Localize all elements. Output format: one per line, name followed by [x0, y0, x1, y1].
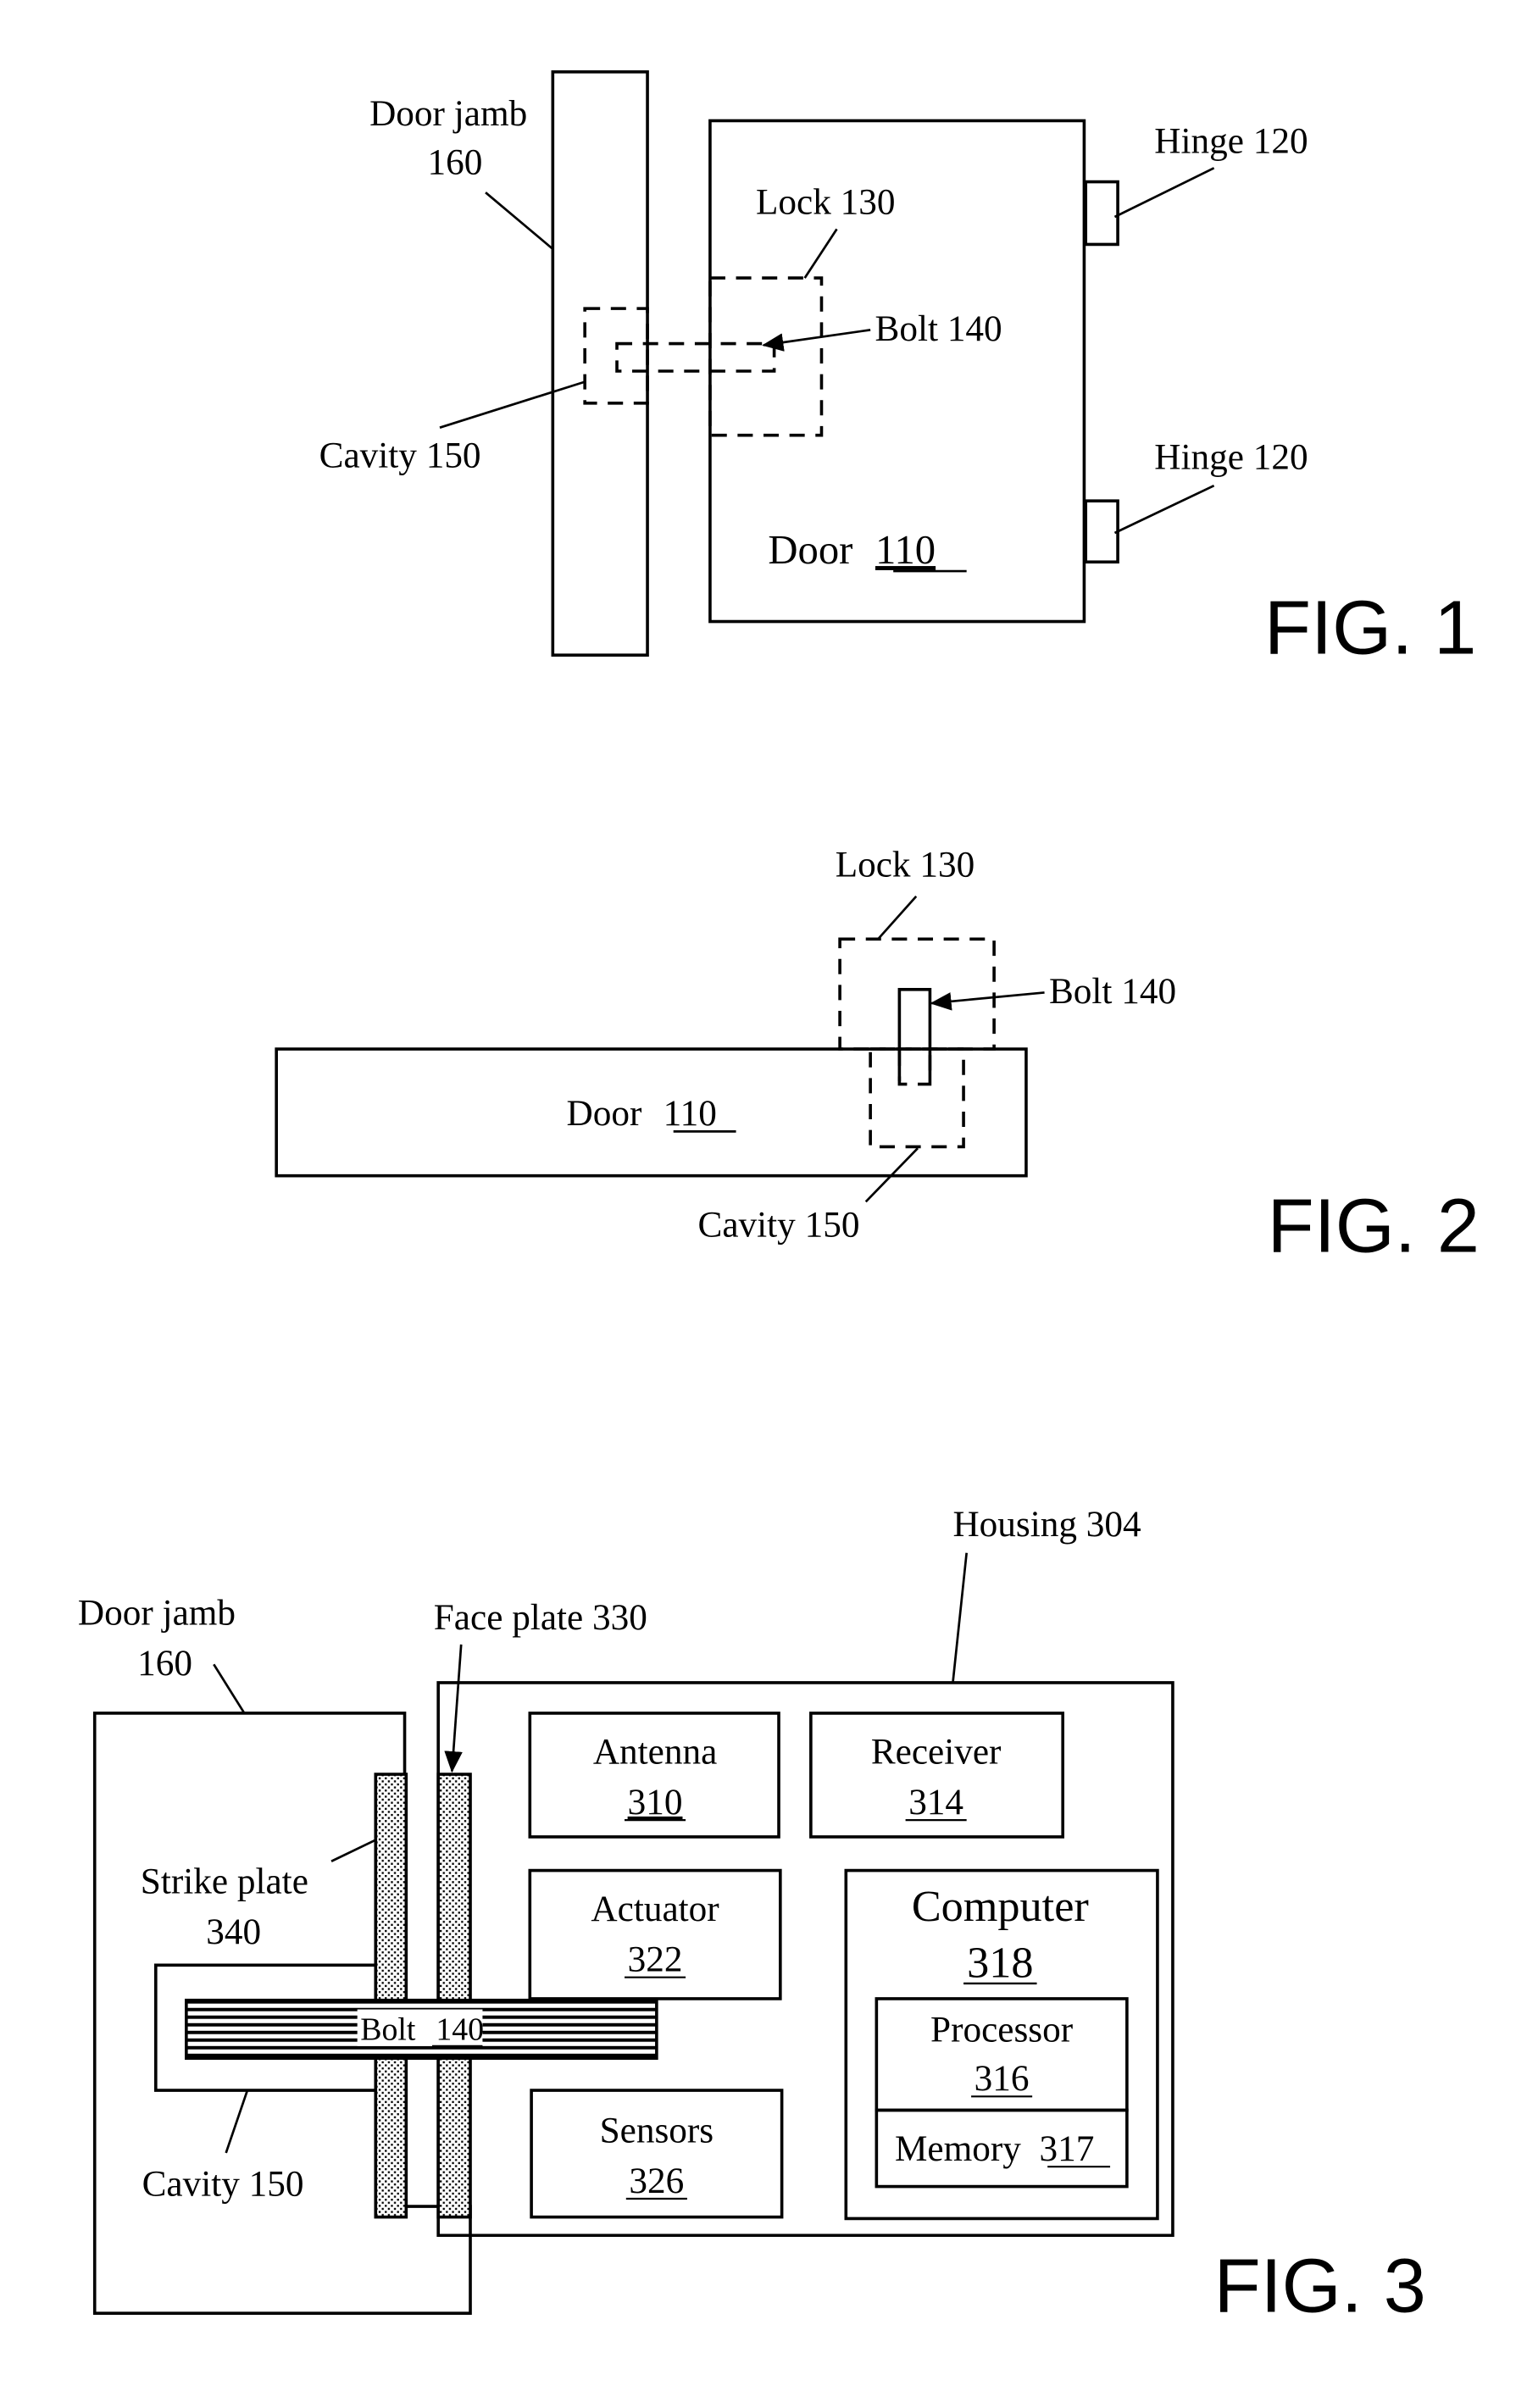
door-word: Door [768, 527, 852, 573]
door-jamb-label-line2: 160 [428, 142, 483, 183]
door-110-edge [275, 1047, 1028, 1178]
hinge-120-bottom-label: Hinge 120 [1154, 436, 1308, 477]
actuator-322: Actuator 322 [528, 1868, 782, 2000]
processor-label: Processor [930, 2009, 1074, 2050]
antenna-number: 310 [628, 1782, 683, 1823]
lock-130-outline [708, 276, 824, 437]
figure-2: Lock 130 Bolt 140 Cavity 150 Door 110 FI… [275, 844, 1480, 1269]
door-number: 110 [664, 1093, 717, 1134]
sensors-326: Sensors 326 [530, 2089, 784, 2219]
housing-304-leader [952, 1552, 969, 1684]
memory-word: Memory [895, 2128, 1021, 2169]
cavity-150-outline [869, 1047, 965, 1149]
bolt-140-leader [762, 329, 871, 352]
lock-130-outline [838, 937, 996, 1051]
cavity-150-label: Cavity 150 [142, 2163, 304, 2204]
bolt-number: 140 [436, 2012, 484, 2048]
fig3-label: FIG. 3 [1214, 2243, 1426, 2328]
bolt-140 [897, 988, 932, 1081]
patent-drawing: Door jamb 160 Lock 130 Bolt 140 Cavity 1… [78, 70, 1480, 2328]
actuator-label: Actuator [591, 1889, 719, 1929]
bolt-140-label: Bolt 140 [360, 2012, 484, 2048]
sensors-number: 326 [629, 2161, 684, 2201]
lock-130-leader [877, 895, 918, 940]
door-110-label: Door 110 [567, 1093, 717, 1134]
door-word: Door [567, 1093, 642, 1134]
actuator-number: 322 [628, 1939, 683, 1980]
cavity-150-leader [439, 380, 586, 429]
hinge-120-bottom [1084, 499, 1119, 564]
bolt-140-outline [615, 341, 776, 373]
memory-317: Memory 317 [875, 2108, 1129, 2189]
hinge-120-top-leader [1113, 167, 1215, 219]
bolt-140-hidden [897, 1050, 932, 1086]
lock-130-label: Lock 130 [836, 844, 975, 885]
computer-label: Computer [912, 1882, 1089, 1931]
door-jamb-label-line2: 160 [137, 1643, 192, 1684]
hinge-120-top [1084, 180, 1119, 247]
hinge-120-bottom-leader [1113, 484, 1215, 535]
computer-number: 318 [967, 1939, 1033, 1988]
face-plate-330 [436, 1773, 472, 2219]
receiver-314: Receiver 314 [809, 1712, 1064, 1839]
antenna-label: Antenna [593, 1731, 717, 1772]
processor-number: 316 [975, 2058, 1030, 2099]
memory-label: Memory 317 [895, 2128, 1094, 2169]
figure-3: Bolt 140 Antenna 310 Receiver 314 Actuat… [78, 1504, 1426, 2328]
housing-304-label: Housing 304 [952, 1504, 1141, 1545]
strike-plate-340 [374, 1773, 408, 2219]
lock-130-label: Lock 130 [756, 181, 895, 222]
door-jamb-label-line1: Door jamb [78, 1592, 236, 1633]
cavity-150-outline [583, 307, 649, 405]
cavity-150-label: Cavity 150 [698, 1205, 860, 1246]
receiver-label: Receiver [871, 1731, 1002, 1772]
strike-plate-340-label-line2: 340 [206, 1911, 261, 1952]
bolt-140-leader [930, 991, 1045, 1011]
lock-130-leader [803, 228, 838, 279]
strike-plate-340-leader [330, 1839, 376, 1862]
hinge-120-top-label: Hinge 120 [1154, 120, 1308, 161]
processor-316: Processor 316 [875, 1997, 1129, 2112]
face-plate-330-label: Face plate 330 [434, 1597, 647, 1638]
face-plate-330-leader [444, 1644, 463, 1773]
receiver-number: 314 [908, 1782, 963, 1823]
bolt-140-label: Bolt 140 [875, 308, 1002, 349]
bolt-word: Bolt [360, 2012, 416, 2048]
sensors-label: Sensors [600, 2110, 714, 2150]
cavity-150-leader [225, 2089, 249, 2154]
door-jamb-leader [213, 1663, 246, 1714]
door-jamb-leader [485, 191, 554, 250]
door-jamb-160 [551, 70, 649, 657]
strike-plate-340-label-line1: Strike plate [141, 1861, 308, 1902]
bolt-140-label: Bolt 140 [1049, 971, 1176, 1012]
memory-number: 317 [1040, 2128, 1095, 2169]
door-110-label: Door 110 [768, 527, 936, 573]
fig1-label: FIG. 1 [1264, 585, 1476, 670]
door-number: 110 [875, 527, 936, 573]
fig2-label: FIG. 2 [1268, 1184, 1480, 1269]
antenna-310: Antenna 310 [528, 1712, 780, 1839]
door-jamb-label-line1: Door jamb [369, 93, 527, 134]
figure-1: Door jamb 160 Lock 130 Bolt 140 Cavity 1… [319, 70, 1476, 670]
cavity-150-label: Cavity 150 [319, 436, 481, 476]
